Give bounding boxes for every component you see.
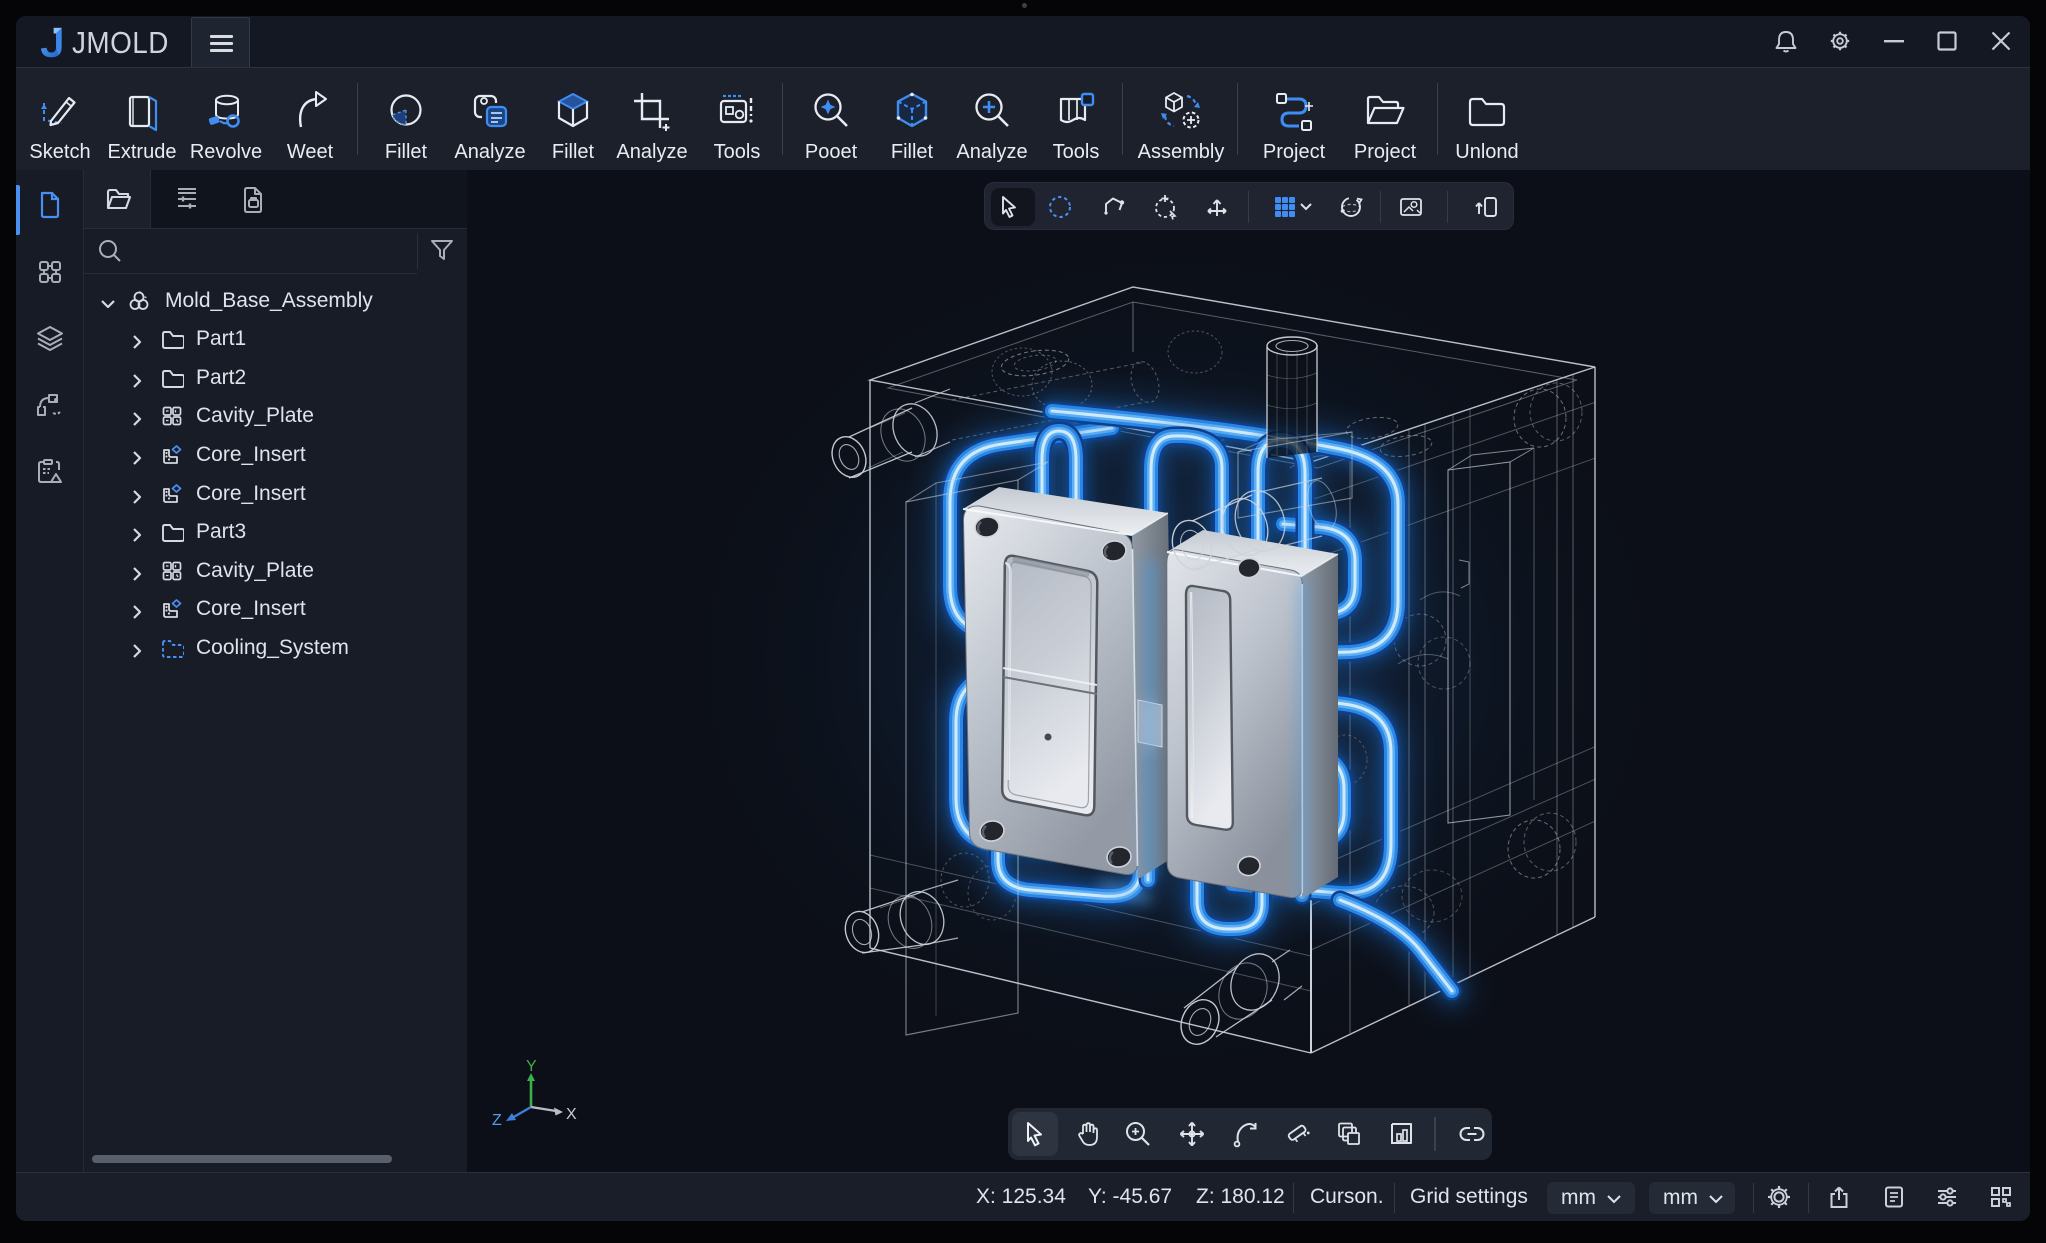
svg-text:X: X xyxy=(566,1106,577,1123)
svg-text:Z: Z xyxy=(492,1112,502,1129)
svg-text:Y: Y xyxy=(526,1058,537,1075)
